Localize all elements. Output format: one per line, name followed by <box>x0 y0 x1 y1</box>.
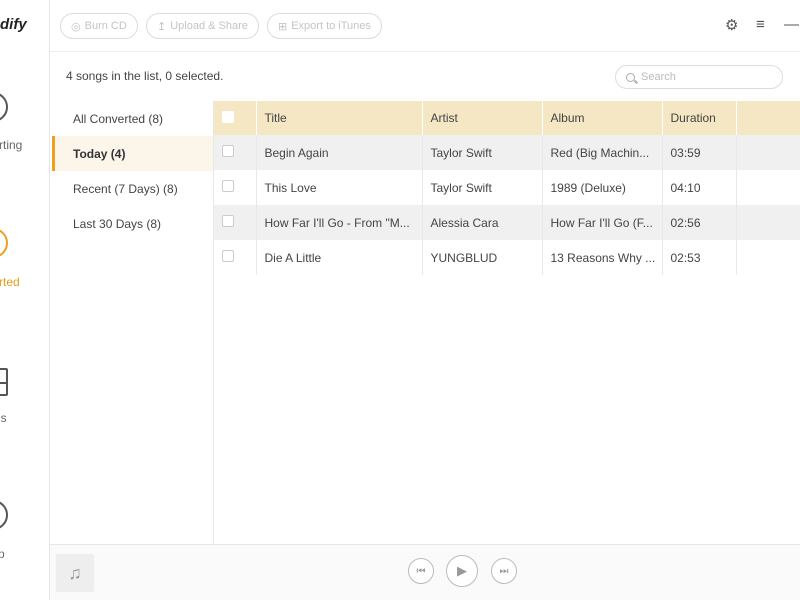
search-box[interactable] <box>615 65 783 89</box>
menu-icon[interactable]: ≡ <box>756 16 765 33</box>
play-icon: ▶ <box>457 563 467 578</box>
search-icon <box>626 72 635 82</box>
upload-share-button[interactable]: ↥ Upload & Share <box>146 13 259 39</box>
tools-icon <box>0 368 8 396</box>
music-note-icon: ♫ <box>56 554 94 592</box>
converting-icon <box>0 92 8 122</box>
player-bar: ♫ ⏮ ▶ ⏭ <box>50 544 800 600</box>
song-album: Red (Big Machin... <box>542 135 663 170</box>
row-extra <box>736 205 800 240</box>
filter-all-converted[interactable]: All Converted (8) <box>52 101 213 136</box>
row-extra <box>736 135 800 170</box>
minimize-icon[interactable]: — <box>784 16 799 33</box>
song-table: Title Artist Album Duration Begin Again … <box>214 101 800 544</box>
row-checkbox[interactable] <box>222 215 234 227</box>
burn-cd-button[interactable]: ◎ Burn CD <box>60 13 138 39</box>
upload-icon: ↥ <box>157 20 167 33</box>
column-header-artist[interactable]: Artist <box>422 101 543 135</box>
row-checkbox-cell[interactable] <box>214 240 257 275</box>
filter-list: All Converted (8) Today (4) Recent (7 Da… <box>52 101 214 544</box>
previous-track-button[interactable]: ⏮ <box>408 558 434 584</box>
song-artist: Taylor Swift <box>422 135 543 170</box>
song-album: 1989 (Deluxe) <box>542 170 663 205</box>
sidebar-item-label: ls <box>0 411 7 425</box>
skip-back-icon: ⏮ <box>416 565 426 577</box>
song-artist: Alessia Cara <box>422 205 543 240</box>
row-extra <box>736 170 800 205</box>
row-checkbox-cell[interactable] <box>214 135 257 170</box>
column-header-title[interactable]: Title <box>256 101 423 135</box>
song-count-text: 4 songs in the list, 0 selected. <box>66 69 224 83</box>
sidebar-item-help[interactable]: p <box>0 498 49 588</box>
row-extra <box>736 240 800 275</box>
select-all-checkbox[interactable] <box>222 110 234 123</box>
next-track-button[interactable]: ⏭ <box>491 558 517 584</box>
column-header-extra <box>736 101 800 135</box>
song-duration: 02:56 <box>662 205 737 240</box>
row-checkbox[interactable] <box>222 145 234 157</box>
filter-last-30-days[interactable]: Last 30 Days (8) <box>52 206 213 241</box>
song-title: Die A Little <box>256 240 423 275</box>
filter-recent-7-days[interactable]: Recent (7 Days) (8) <box>52 171 213 206</box>
row-checkbox-cell[interactable] <box>214 170 257 205</box>
sidebar-item-converting[interactable]: rting <box>0 90 49 180</box>
gear-icon[interactable]: ⚙ <box>725 16 738 34</box>
row-checkbox[interactable] <box>222 180 234 192</box>
song-duration: 04:10 <box>662 170 737 205</box>
disc-icon: ◎ <box>71 20 81 33</box>
filter-today[interactable]: Today (4) <box>52 136 213 171</box>
sidebar-item-label: rting <box>0 138 23 152</box>
sidebar-item-label: rted <box>0 275 20 289</box>
converted-icon <box>0 228 8 258</box>
toolbar: ◎ Burn CD ↥ Upload & Share ⊞ Export to i… <box>50 0 800 52</box>
table-header-row: Title Artist Album Duration <box>214 101 800 135</box>
export-itunes-button[interactable]: ⊞ Export to iTunes <box>267 13 382 39</box>
play-button[interactable]: ▶ <box>446 555 478 587</box>
table-row[interactable]: Begin Again Taylor Swift Red (Big Machin… <box>214 135 800 170</box>
table-row[interactable]: This Love Taylor Swift 1989 (Deluxe) 04:… <box>214 170 800 205</box>
export-itunes-label: Export to iTunes <box>291 20 371 32</box>
song-artist: YUNGBLUD <box>422 240 543 275</box>
song-album: How Far I'll Go (F... <box>542 205 663 240</box>
row-checkbox-cell[interactable] <box>214 205 257 240</box>
sidebar-item-label: p <box>0 547 5 561</box>
column-header-duration[interactable]: Duration <box>662 101 737 135</box>
table-row[interactable]: How Far I'll Go - From "M... Alessia Car… <box>214 205 800 240</box>
burn-cd-label: Burn CD <box>84 20 127 32</box>
song-artist: Taylor Swift <box>422 170 543 205</box>
song-title: This Love <box>256 170 423 205</box>
skip-forward-icon: ⏭ <box>499 565 509 577</box>
select-all-cell[interactable] <box>214 101 257 135</box>
export-icon: ⊞ <box>278 20 288 33</box>
song-duration: 02:53 <box>662 240 737 275</box>
app-logo: dify <box>0 16 27 33</box>
song-title: How Far I'll Go - From "M... <box>256 205 423 240</box>
row-checkbox[interactable] <box>222 250 234 262</box>
sidebar-item-converted[interactable]: rted <box>0 226 49 316</box>
song-title: Begin Again <box>256 135 423 170</box>
song-album: 13 Reasons Why ... <box>542 240 663 275</box>
app-sidebar: dify rting rted ls p <box>0 0 50 600</box>
upload-share-label: Upload & Share <box>170 20 248 32</box>
column-header-album[interactable]: Album <box>542 101 663 135</box>
sidebar-item-tools[interactable]: ls <box>0 366 49 456</box>
search-input[interactable] <box>641 71 771 83</box>
help-icon <box>0 500 8 530</box>
table-row[interactable]: Die A Little YUNGBLUD 13 Reasons Why ...… <box>214 240 800 275</box>
song-duration: 03:59 <box>662 135 737 170</box>
